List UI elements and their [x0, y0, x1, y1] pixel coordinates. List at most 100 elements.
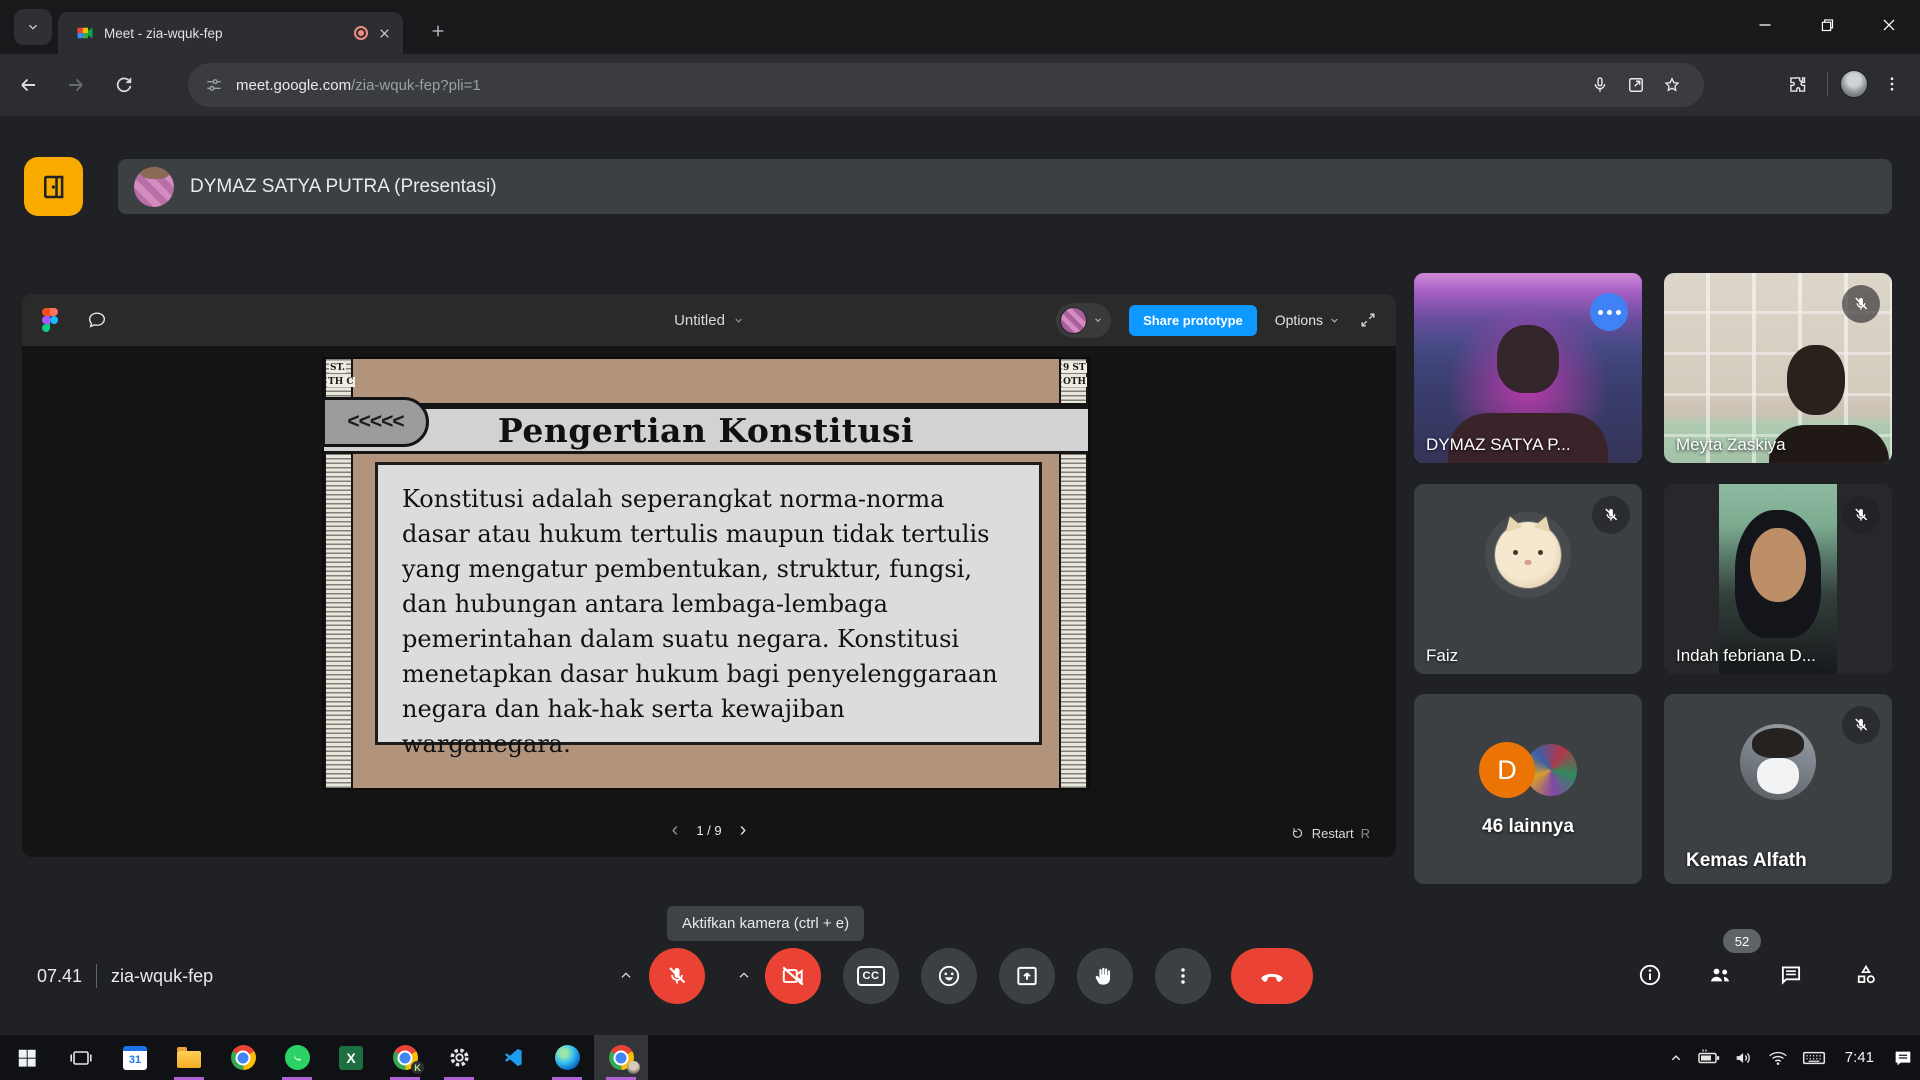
back-button[interactable] [8, 65, 48, 105]
chat-icon [1778, 962, 1804, 988]
taskbar-calendar[interactable]: 31 [108, 1035, 162, 1080]
tab-close-icon[interactable] [378, 27, 391, 40]
taskbar-whatsapp[interactable] [270, 1035, 324, 1080]
restart-icon [1290, 826, 1305, 841]
mic-off-icon [1852, 716, 1870, 734]
meet-room-exit-tile[interactable] [24, 157, 83, 216]
newspaper-fragment: TH C [327, 377, 355, 387]
next-slide-button[interactable]: › [740, 820, 747, 840]
presenter-banner[interactable]: DYMAZ SATYA PUTRA (Presentasi) [118, 159, 1892, 214]
task-view-button[interactable] [54, 1035, 108, 1080]
tab-search-button[interactable] [14, 9, 52, 45]
chevron-down-icon [733, 315, 744, 326]
taskbar-edge[interactable] [540, 1035, 594, 1080]
mic-off-icon [1852, 295, 1870, 313]
close-icon [1878, 14, 1900, 36]
taskbar-chrome[interactable] [216, 1035, 270, 1080]
forward-button[interactable] [56, 65, 96, 105]
participants-button[interactable] [1705, 960, 1735, 990]
figma-file-title-label: Untitled [674, 312, 725, 329]
profile-avatar-badge [627, 1061, 640, 1074]
new-tab-button[interactable] [420, 13, 456, 49]
system-clock[interactable]: 7:41 [1839, 1049, 1880, 1066]
notification-icon [1892, 1047, 1914, 1069]
window-close-button[interactable] [1858, 0, 1920, 50]
avatar-initial: D [1479, 742, 1535, 798]
extensions-button[interactable] [1779, 66, 1815, 102]
action-center-button[interactable] [1892, 1047, 1914, 1069]
browser-tab-strip: Meet - zia-wquk-fep [0, 0, 1920, 54]
participant-tile-overflow[interactable]: D 46 lainnya [1414, 694, 1642, 884]
window-restore-button[interactable] [1796, 0, 1858, 50]
forward-arrow-icon [64, 73, 88, 97]
participant-tile-faiz[interactable]: Faiz [1414, 484, 1642, 674]
taskbar-vscode[interactable] [486, 1035, 540, 1080]
chevron-down-icon [1093, 315, 1103, 325]
meeting-details-button[interactable] [1635, 960, 1665, 990]
figma-file-title[interactable]: Untitled [674, 312, 744, 329]
touch-keyboard-button[interactable] [1801, 1045, 1827, 1071]
previous-slide-button[interactable]: ‹ [672, 820, 679, 840]
share-prototype-button[interactable]: Share prototype [1129, 305, 1257, 336]
slide-counter: 1 / 9 [696, 823, 721, 838]
wifi-status[interactable] [1767, 1047, 1789, 1069]
taskbar-excel[interactable]: X [324, 1035, 378, 1080]
options-label: Options [1275, 312, 1323, 328]
address-bar[interactable]: meet.google.com/zia-wquk-fep?pli=1 [188, 63, 1704, 107]
figma-user-avatar [1060, 307, 1087, 334]
options-button[interactable]: Options [1275, 312, 1340, 328]
presenter-name: DYMAZ SATYA PUTRA (Presentasi) [190, 176, 497, 198]
restart-prototype-button[interactable]: Restart R [1290, 826, 1370, 841]
figma-logo-icon [42, 308, 58, 332]
participant-count-badge: 52 [1723, 929, 1761, 953]
edge-icon [555, 1045, 580, 1070]
newspaper-fragment: 9 ST [1062, 363, 1087, 373]
tile-more-options-button[interactable] [1590, 293, 1628, 331]
gear-icon [447, 1045, 472, 1070]
participant-tile-meyta[interactable]: Meyta Zaskiya [1664, 273, 1892, 463]
fullscreen-icon[interactable] [1358, 310, 1378, 330]
taskbar-chrome-profile[interactable]: K [378, 1035, 432, 1080]
chat-button[interactable] [1776, 960, 1806, 990]
task-view-icon [69, 1046, 93, 1070]
participant-tile-dymaz[interactable]: DYMAZ SATYA P... [1414, 273, 1642, 463]
tray-expand-button[interactable] [1667, 1049, 1685, 1067]
open-in-window-button[interactable] [1618, 67, 1654, 103]
site-settings-icon[interactable] [204, 75, 224, 95]
taskbar-chrome-active[interactable] [594, 1035, 648, 1080]
participant-name: DYMAZ SATYA P... [1426, 435, 1571, 455]
figma-account-menu[interactable] [1056, 303, 1111, 338]
system-tray: 7:41 [1667, 1035, 1914, 1080]
comments-icon[interactable] [86, 309, 108, 331]
mic-muted-badge [1592, 496, 1630, 534]
figma-toolbar-right: Share prototype Options [1056, 303, 1378, 338]
profile-badge: K [411, 1061, 424, 1074]
tab-title: Meet - zia-wquk-fep [104, 26, 344, 41]
mic-muted-badge [1842, 496, 1880, 534]
battery-status[interactable] [1697, 1046, 1721, 1070]
start-button[interactable] [0, 1035, 54, 1080]
slide-back-button[interactable]: <<<<< [322, 397, 429, 447]
activities-button[interactable] [1851, 960, 1881, 990]
presentation-slide[interactable]: ST. TH C 9 ST OTH Pengertian Konstitusi … [322, 357, 1090, 790]
back-arrow-icon [16, 73, 40, 97]
volume-status[interactable] [1733, 1047, 1755, 1069]
window-minimize-button[interactable] [1734, 0, 1796, 50]
wifi-icon [1767, 1047, 1789, 1069]
mic-icon [1590, 75, 1610, 95]
participant-tile-indah[interactable]: Indah febriana D... [1664, 484, 1892, 674]
mic-muted-badge [1842, 706, 1880, 744]
bookmark-button[interactable] [1654, 67, 1690, 103]
browser-tab[interactable]: Meet - zia-wquk-fep [58, 12, 403, 54]
browser-menu-button[interactable] [1874, 66, 1910, 102]
minimize-icon [1754, 14, 1776, 36]
restart-shortcut: R [1361, 826, 1370, 841]
voice-search-button[interactable] [1582, 67, 1618, 103]
taskbar-file-explorer[interactable] [162, 1035, 216, 1080]
windows-logo-icon [16, 1047, 38, 1069]
reload-button[interactable] [104, 65, 144, 105]
participant-tile-kemas[interactable]: Kemas Alfath [1664, 694, 1892, 884]
browser-profile-avatar[interactable] [1840, 70, 1868, 98]
taskbar-settings[interactable] [432, 1035, 486, 1080]
participant-avatar [1495, 522, 1561, 588]
